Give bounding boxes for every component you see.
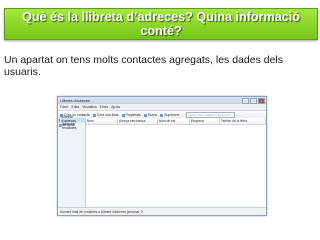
window-title-bar: Llibreta d'adreces – □ × bbox=[58, 97, 266, 104]
slide-body-text: Un apartat on tens molts contactes agreg… bbox=[4, 54, 283, 78]
list-icon bbox=[92, 113, 96, 117]
menu-tools[interactable]: Eines bbox=[100, 105, 108, 109]
column-company[interactable]: Empresa bbox=[190, 118, 220, 124]
book-icon bbox=[59, 119, 61, 122]
menu-view[interactable]: Visualitza bbox=[82, 105, 96, 109]
slide-title: Què és la llibreta d’adreces? Quina info… bbox=[22, 10, 300, 38]
address-book-window-screenshot: Llibreta d'adreces – □ × Fitxer Edita Vi… bbox=[57, 96, 267, 216]
contacts-table-header: Nom Adreça electrònica Nom de xat Empres… bbox=[86, 118, 266, 125]
contacts-list: Nom Adreça electrònica Nom de xat Empres… bbox=[86, 118, 266, 207]
slide-title-banner: Què és la llibreta d’adreces? Quina info… bbox=[4, 8, 318, 40]
book-icon bbox=[59, 124, 62, 127]
properties-button[interactable]: Propietats bbox=[121, 113, 141, 117]
column-work-phone[interactable]: Telèfon de la feina bbox=[220, 118, 266, 124]
delete-icon bbox=[160, 113, 164, 117]
write-button[interactable]: Escriu bbox=[143, 113, 157, 117]
column-email[interactable]: Adreça electrònica bbox=[118, 118, 158, 124]
address-book-sidebar: Llibreta d'adreces personal Adreces reco… bbox=[58, 115, 86, 207]
menu-edit[interactable]: Edita bbox=[71, 105, 79, 109]
pencil-icon bbox=[143, 113, 147, 117]
window-content: Llibreta d'adreces personal Adreces reco… bbox=[58, 115, 266, 207]
minimize-icon[interactable]: – bbox=[242, 98, 249, 104]
delete-button[interactable]: Suprimeix bbox=[160, 113, 179, 117]
menu-bar: Fitxer Edita Visualitza Eines Ajuda bbox=[58, 104, 266, 111]
sidebar-item-collected[interactable]: Adreces recollides bbox=[58, 122, 85, 130]
window-title: Llibreta d'adreces bbox=[60, 98, 90, 103]
column-name[interactable]: Nom bbox=[86, 118, 118, 124]
new-list-button[interactable]: Crea una llista bbox=[92, 113, 119, 117]
column-chat[interactable]: Nom de xat bbox=[158, 118, 190, 124]
status-bar: Nombre total de contactes a Llibreta d'a… bbox=[58, 207, 266, 215]
menu-file[interactable]: Fitxer bbox=[60, 105, 68, 109]
menu-help[interactable]: Ajuda bbox=[111, 105, 120, 109]
properties-icon bbox=[121, 113, 125, 117]
maximize-icon[interactable]: □ bbox=[250, 98, 257, 104]
close-icon[interactable]: × bbox=[258, 98, 265, 104]
